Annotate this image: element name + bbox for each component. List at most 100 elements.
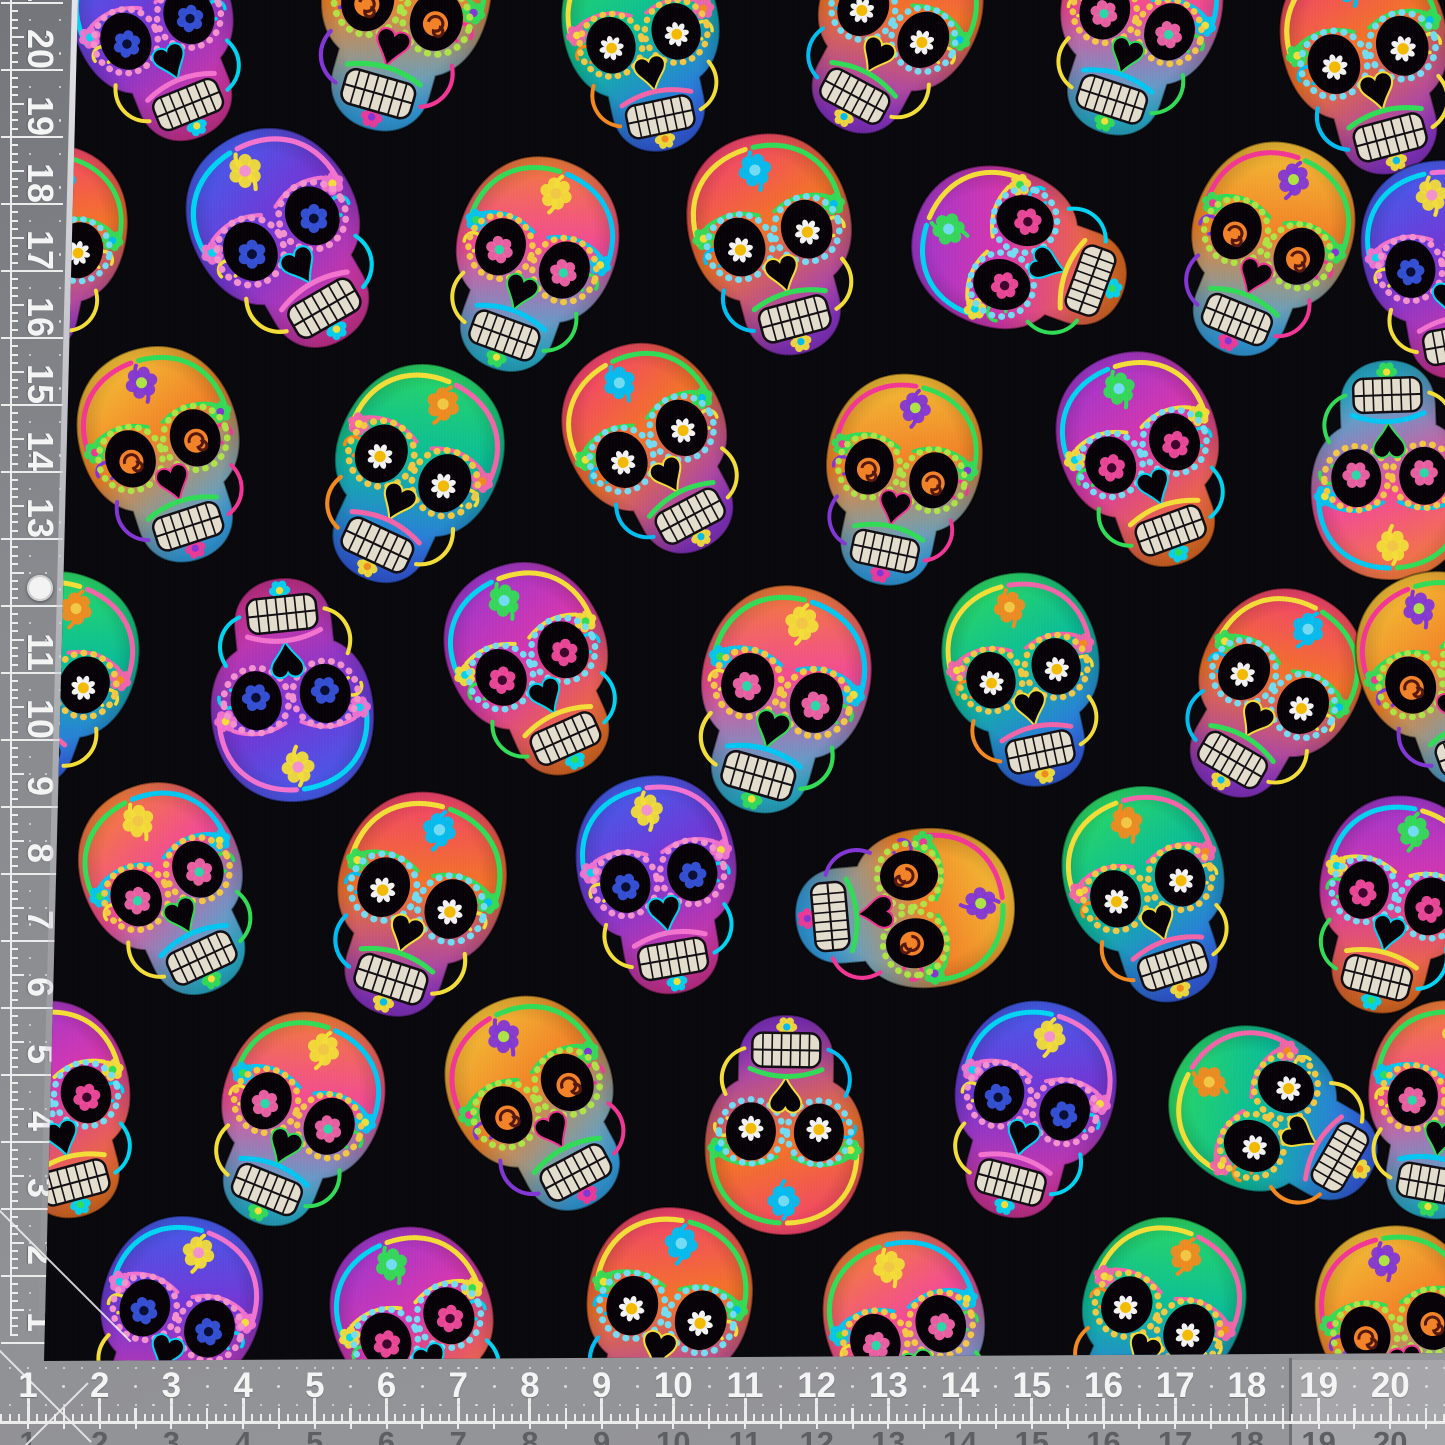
bottom-tick [851,1408,853,1422]
left-eighth-tick [10,1216,18,1218]
bottom-tick [45,1414,47,1422]
bottom-tick [627,1414,629,1422]
left-eighth-tick [10,530,18,532]
left-eighth-tick [10,890,18,892]
bottom-half-dot [349,1385,352,1388]
bottom-half-dot [1425,1385,1428,1388]
left-eighth-tick [10,840,24,842]
left-inch-line [1,605,63,607]
bottom-tick [950,1414,952,1422]
left-inch-line [1,270,63,272]
bottom-tick [260,1414,262,1422]
bottom-tick [359,1414,361,1422]
left-eighth-tick [10,1108,24,1110]
bottom-tick [1282,1408,1284,1422]
left-eighth-tick [10,597,18,599]
bottom-half-dot [1138,1385,1141,1388]
bottom-tick [663,1414,665,1422]
bottom-ruler-number-dark: 9 [593,1425,610,1445]
bottom-tick [90,1414,92,1422]
bottom-tick [1165,1414,1167,1422]
bottom-half-dot [923,1385,926,1388]
left-ruler-rail [10,0,12,1336]
left-eighth-tick [10,1309,24,1311]
bottom-tick [905,1414,907,1422]
bottom-ruler-number-dark: 17 [1158,1425,1192,1445]
ruler-grommet-hole [27,575,53,601]
left-eighth-tick [10,1250,18,1252]
bottom-tick-stub [206,1424,208,1429]
bottom-tick [126,1414,128,1422]
fabric-swatch-photo: 2120191817161514131110987654321 [0,0,1445,1445]
left-eighth-tick [10,1116,18,1118]
left-ruler-number: 15 [19,364,61,404]
left-eighth-tick [10,19,18,21]
bottom-tick [18,1414,20,1422]
left-eighth-tick [10,245,18,247]
left-eighth-tick [10,563,18,565]
left-eighth-tick [10,965,18,967]
bottom-tick [323,1414,325,1422]
bottom-ruler-number: 12 [797,1366,836,1406]
bottom-half-dot [134,1385,137,1388]
left-ruler-number: 14 [19,431,61,471]
left-eighth-tick [10,1325,18,1327]
bottom-tick [287,1414,289,1422]
bottom-tick-stub [1425,1424,1427,1429]
bottom-half-dot [1353,1385,1356,1388]
bottom-tick [1228,1414,1230,1422]
bottom-tick-stub [923,1424,925,1429]
bottom-tick [735,1414,737,1422]
bottom-tick [780,1408,782,1422]
left-eighth-tick [10,680,18,682]
left-ruler-number: 17 [19,230,61,270]
left-inch-line [1,2,63,4]
bottom-ruler-number-dark: 4 [234,1425,251,1445]
left-ruler-number: 18 [19,163,61,203]
bottom-tick [1004,1414,1006,1422]
left-eighth-tick [10,798,18,800]
left-eighth-tick [10,345,18,347]
bottom-tick [636,1408,638,1422]
bottom-half-dot [636,1385,639,1388]
bottom-tick [825,1414,827,1422]
bottom-tick-stub [1067,1424,1069,1429]
left-inch-line [1,69,63,71]
left-eighth-tick [10,320,18,322]
bottom-ruler-number-dark: 5 [306,1425,323,1445]
bottom-tick [1380,1414,1382,1422]
left-eighth-tick [10,664,18,666]
bottom-tick [914,1414,916,1422]
bottom-tick [968,1414,970,1422]
left-eighth-tick [10,756,18,758]
bottom-tick [762,1414,764,1422]
bottom-ruler-number-dark: 20 [1373,1425,1407,1445]
bottom-tick [619,1414,621,1422]
bottom-tick-stub [780,1424,782,1429]
bottom-half-dot [1281,1385,1284,1388]
bottom-tick [144,1414,146,1422]
left-eighth-tick [10,1066,18,1068]
bottom-tick [1300,1414,1302,1422]
bottom-ruler-number-dark: 7 [450,1425,467,1445]
left-eighth-tick [10,354,18,356]
bottom-tick [493,1408,495,1422]
left-eighth-tick [10,881,18,883]
left-eighth-tick [10,429,18,431]
bottom-half-dot [493,1385,496,1388]
left-eighth-tick [10,513,18,515]
bottom-ruler-number-dark: 19 [1301,1425,1335,1445]
left-eighth-tick [10,387,18,389]
left-eighth-tick [10,722,18,724]
fabric-texture [0,0,1445,1445]
left-ruler-number: 19 [19,96,61,136]
bottom-tick [1066,1408,1068,1422]
left-eighth-tick [10,747,18,749]
bottom-tick [1327,1414,1329,1422]
bottom-tick [726,1414,728,1422]
bottom-tick [1049,1414,1051,1422]
bottom-ruler-number-dark: 18 [1230,1425,1264,1445]
left-eighth-tick [10,923,18,925]
bottom-tick [368,1414,370,1422]
bottom-tick [188,1414,190,1422]
